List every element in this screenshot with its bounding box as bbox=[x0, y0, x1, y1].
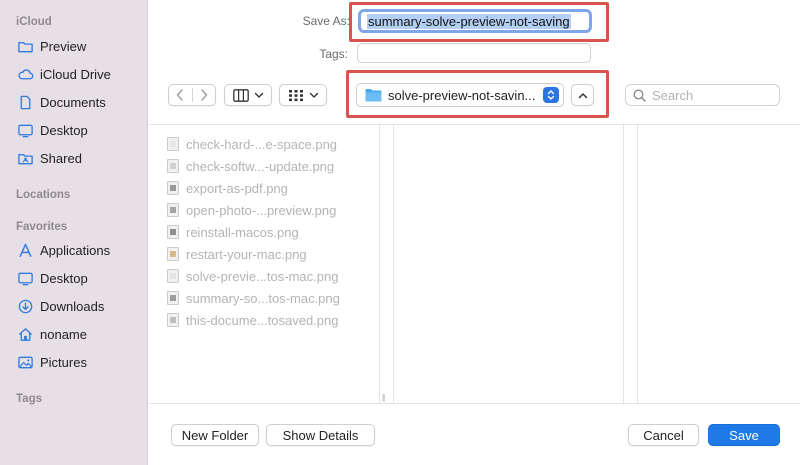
file-name: this-docume...tosaved.png bbox=[186, 312, 339, 328]
folder-icon bbox=[16, 37, 34, 55]
sidebar-item-pictures[interactable]: Pictures bbox=[16, 351, 141, 373]
column-resize-handle[interactable]: || bbox=[382, 393, 385, 402]
image-file-icon bbox=[167, 225, 179, 239]
show-details-button[interactable]: Show Details bbox=[266, 424, 375, 446]
column-divider[interactable] bbox=[379, 125, 380, 403]
file-name: check-hard-...e-space.png bbox=[186, 136, 338, 152]
file-name: restart-your-mac.png bbox=[186, 246, 307, 262]
sidebar-section-icloud: iCloud bbox=[16, 16, 52, 28]
save-button[interactable]: Save bbox=[708, 424, 780, 446]
image-file-icon bbox=[167, 291, 179, 305]
columns-view-icon bbox=[232, 88, 249, 102]
save-as-label: Save As: bbox=[302, 14, 350, 28]
home-icon bbox=[16, 325, 34, 343]
file-name: solve-previe...tos-mac.png bbox=[186, 268, 339, 284]
desktop-icon bbox=[16, 121, 34, 139]
shared-folder-icon bbox=[16, 149, 34, 167]
sidebar-item-label: noname bbox=[40, 326, 87, 342]
list-item[interactable]: summary-so...tos-mac.png bbox=[167, 288, 340, 308]
downloads-icon bbox=[16, 297, 34, 315]
sidebar-item-noname[interactable]: noname bbox=[16, 323, 141, 345]
sidebar-item-applications[interactable]: Applications bbox=[16, 239, 141, 261]
sidebar-item-documents[interactable]: Documents bbox=[16, 91, 141, 113]
cloud-icon bbox=[16, 65, 34, 83]
file-name: reinstall-macos.png bbox=[186, 224, 299, 240]
list-item[interactable]: restart-your-mac.png bbox=[167, 244, 307, 264]
image-file-icon bbox=[167, 137, 179, 151]
forward-button[interactable] bbox=[192, 85, 215, 105]
sidebar-item-label: Desktop bbox=[40, 270, 88, 286]
chevron-right-icon bbox=[200, 89, 207, 101]
sidebar-item-label: Documents bbox=[40, 94, 106, 110]
image-file-icon bbox=[167, 159, 179, 173]
desktop-icon bbox=[16, 269, 34, 287]
list-item[interactable]: this-docume...tosaved.png bbox=[167, 310, 338, 330]
sidebar-item-desktop-icloud[interactable]: Desktop bbox=[16, 119, 141, 141]
back-button[interactable] bbox=[169, 85, 192, 105]
sidebar-item-label: Applications bbox=[40, 242, 111, 258]
list-item[interactable]: open-photo-...preview.png bbox=[167, 200, 336, 220]
search-input[interactable]: Search bbox=[625, 84, 780, 106]
file-browser: || check-hard-...e-space.png check-softw… bbox=[149, 124, 800, 404]
image-file-icon bbox=[167, 203, 179, 217]
sidebar-item-label: Shared bbox=[40, 150, 82, 166]
applications-icon bbox=[16, 241, 34, 259]
sidebar-item-label: iCloud Drive bbox=[40, 66, 111, 82]
sidebar-section-tags: Tags bbox=[16, 393, 42, 405]
highlight-box-save-as bbox=[349, 2, 609, 42]
column-divider[interactable] bbox=[623, 125, 624, 403]
list-item[interactable]: solve-previe...tos-mac.png bbox=[167, 266, 338, 286]
image-file-icon bbox=[167, 181, 179, 195]
chevron-down-icon bbox=[309, 92, 318, 98]
sidebar-item-label: Desktop bbox=[40, 122, 88, 138]
file-name: check-softw...-update.png bbox=[186, 158, 335, 174]
column-divider[interactable] bbox=[393, 125, 394, 403]
group-by-button[interactable] bbox=[279, 84, 327, 106]
view-columns-button[interactable] bbox=[224, 84, 272, 106]
chevron-left-icon bbox=[177, 89, 184, 101]
navigation-buttons bbox=[168, 84, 216, 106]
list-item[interactable]: export-as-pdf.png bbox=[167, 178, 288, 198]
sidebar-item-icloud-drive[interactable]: iCloud Drive bbox=[16, 63, 141, 85]
tags-label: Tags: bbox=[319, 47, 348, 61]
sidebar-section-favorites: Favorites bbox=[16, 221, 68, 233]
highlight-box-location bbox=[346, 70, 609, 118]
sidebar-item-shared[interactable]: Shared bbox=[16, 147, 141, 169]
new-folder-button[interactable]: New Folder bbox=[171, 424, 259, 446]
grid-icon bbox=[288, 89, 303, 101]
search-placeholder: Search bbox=[652, 87, 694, 103]
sidebar-section-locations: Locations bbox=[16, 189, 71, 201]
sidebar-item-downloads[interactable]: Downloads bbox=[16, 295, 141, 317]
file-name: export-as-pdf.png bbox=[186, 180, 288, 196]
tags-field[interactable] bbox=[357, 43, 591, 63]
image-file-icon bbox=[167, 269, 179, 283]
pictures-icon bbox=[16, 353, 34, 371]
list-item[interactable]: reinstall-macos.png bbox=[167, 222, 299, 242]
sidebar-item-label: Downloads bbox=[40, 298, 105, 314]
sidebar-item-desktop[interactable]: Desktop bbox=[16, 267, 141, 289]
column-divider[interactable] bbox=[637, 125, 638, 403]
sidebar-item-label: Preview bbox=[40, 38, 87, 54]
cancel-button[interactable]: Cancel bbox=[628, 424, 699, 446]
document-icon bbox=[16, 93, 34, 111]
list-item[interactable]: check-hard-...e-space.png bbox=[167, 134, 337, 154]
sidebar-item-label: Pictures bbox=[40, 354, 87, 370]
image-file-icon bbox=[167, 313, 179, 327]
file-name: summary-so...tos-mac.png bbox=[186, 290, 340, 306]
sidebar: iCloud Preview iCloud Drive Documents De… bbox=[0, 0, 148, 465]
search-icon bbox=[633, 88, 646, 102]
sidebar-item-preview[interactable]: Preview bbox=[16, 35, 141, 57]
chevron-down-icon bbox=[254, 92, 263, 98]
list-item[interactable]: check-softw...-update.png bbox=[167, 156, 334, 176]
image-file-icon bbox=[167, 247, 179, 261]
file-name: open-photo-...preview.png bbox=[186, 202, 337, 218]
